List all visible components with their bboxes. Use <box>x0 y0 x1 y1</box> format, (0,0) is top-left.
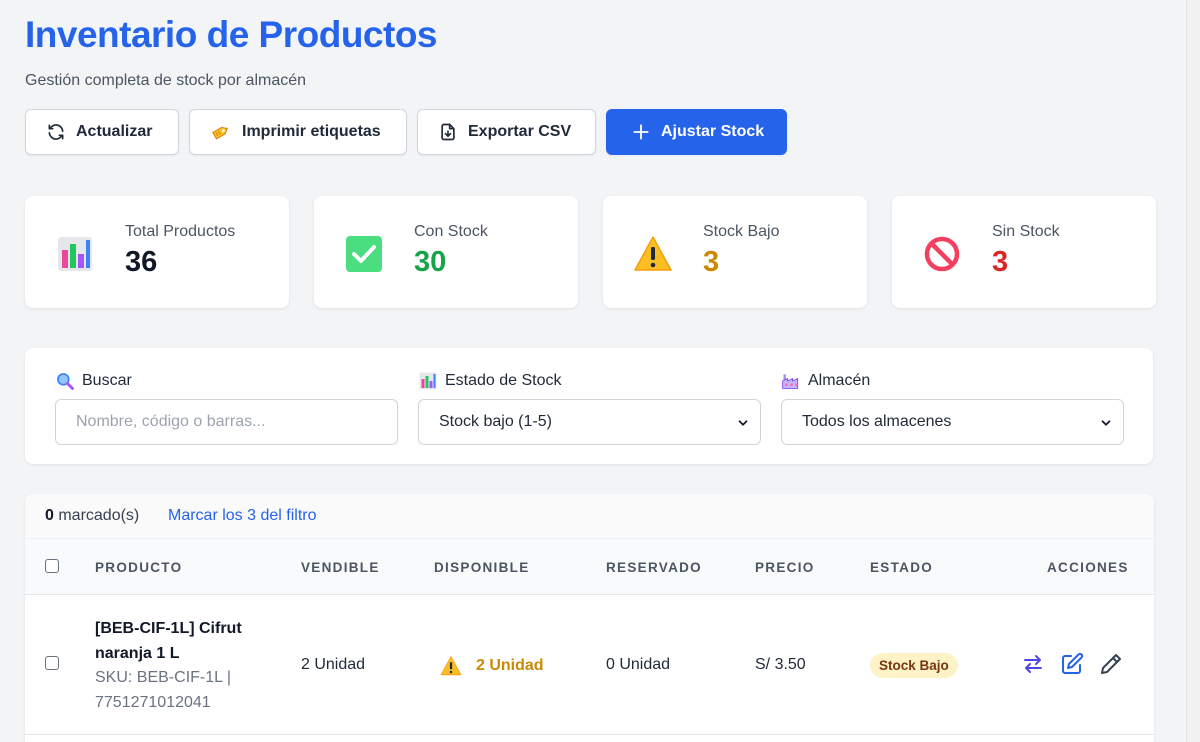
search-input[interactable]: Nombre, código o barras... <box>55 399 398 445</box>
column-header-vendible[interactable]: Vendible <box>301 560 380 575</box>
column-header-precio[interactable]: Precio <box>755 560 815 575</box>
table-header: Producto Vendible Disponible Reservado P… <box>25 539 1154 595</box>
stat-label: Stock Bajo <box>703 223 780 240</box>
status-filter-label: Estado de Stock <box>418 370 761 392</box>
mark-filtered-link[interactable]: Marcar los 3 del filtro <box>168 507 317 525</box>
page-subtitle: Gestión completa de stock por almacén <box>25 72 307 89</box>
file-download-icon <box>441 123 455 141</box>
selection-count: 0 marcado(s) <box>45 507 139 525</box>
page-title: Inventario de Productos <box>25 14 438 55</box>
warehouse-filter: Almacén Todos los almacenes <box>781 370 1124 445</box>
column-header-reservado[interactable]: Reservado <box>606 560 702 575</box>
warning-icon <box>634 236 672 271</box>
products-table: 0 marcado(s) Marcar los 3 del filtro Pro… <box>25 494 1154 742</box>
check-box-icon <box>346 236 382 272</box>
page-scrollbar[interactable] <box>1186 0 1200 742</box>
status-badge: Stock Bajo <box>870 653 958 678</box>
column-header-disponible[interactable]: Disponible <box>434 560 530 575</box>
magnifier-icon <box>57 373 74 390</box>
warehouse-select[interactable]: Todos los almacenes <box>781 399 1124 445</box>
status-filter: Estado de Stock Stock bajo (1-5) <box>418 370 761 445</box>
bar-chart-icon <box>419 372 437 390</box>
pencil-icon[interactable] <box>1099 652 1123 676</box>
adjust-stock-label: Ajustar Stock <box>661 123 765 140</box>
stat-label: Total Productos <box>125 223 236 240</box>
warning-icon <box>440 656 462 676</box>
reserved-qty: 0 Unidad <box>606 656 671 673</box>
stat-card-low-stock: Stock Bajo 3 <box>603 196 867 308</box>
column-header-producto[interactable]: Producto <box>95 560 182 575</box>
chevron-down-icon <box>1101 420 1111 426</box>
selection-count-suffix: marcado(s) <box>53 507 140 524</box>
product-price: S/ 3.50 <box>755 656 806 673</box>
chevron-down-icon <box>738 420 748 426</box>
sellable-qty: 2 Unidad <box>301 656 366 673</box>
stat-value: 36 <box>125 246 158 278</box>
stat-value: 3 <box>992 246 1009 278</box>
factory-icon <box>782 374 799 389</box>
selection-bar: 0 marcado(s) Marcar los 3 del filtro <box>25 494 1154 539</box>
product-name: [BEB-CIF-1L] Cifrut naranja 1 L <box>95 620 242 662</box>
adjust-stock-button[interactable]: Ajustar Stock <box>606 109 787 155</box>
select-all-checkbox[interactable] <box>45 559 59 573</box>
refresh-button[interactable]: Actualizar <box>25 109 179 155</box>
warehouse-filter-label: Almacén <box>781 370 1124 392</box>
stat-value: 3 <box>703 246 720 278</box>
filters-panel: Buscar Nombre, código o barras... Estado… <box>25 348 1153 464</box>
available-qty: 2 Unidad <box>439 655 544 677</box>
tag-icon <box>212 126 228 140</box>
stats-row: Total Productos 36 Con Stock 30 Stock Ba… <box>25 196 1156 308</box>
stat-card-in-stock: Con Stock 30 <box>314 196 578 308</box>
search-label-text: Buscar <box>82 372 132 389</box>
status-select-value: Stock bajo (1-5) <box>439 413 552 430</box>
prohibited-icon <box>924 236 960 272</box>
stat-label: Sin Stock <box>992 223 1060 240</box>
product-sku: SKU: BEB-CIF-1L | 7751271012041 <box>95 669 232 711</box>
bar-chart-icon <box>58 237 92 271</box>
available-qty-text: 2 Unidad <box>476 657 544 674</box>
table-row: [BEB-CIF-1L] Cifrut naranja 1 L SKU: BEB… <box>25 595 1154 735</box>
search-filter-label: Buscar <box>55 370 398 392</box>
status-label-text: Estado de Stock <box>445 372 562 389</box>
print-labels-label: Imprimir etiquetas <box>242 123 381 140</box>
stat-card-no-stock: Sin Stock 3 <box>892 196 1156 308</box>
print-labels-button[interactable]: Imprimir etiquetas <box>189 109 407 155</box>
refresh-label: Actualizar <box>76 123 153 140</box>
column-header-estado[interactable]: Estado <box>870 560 933 575</box>
row-checkbox[interactable] <box>45 656 59 670</box>
inventory-page: Inventario de Productos Gestión completa… <box>0 0 1186 742</box>
stat-card-total: Total Productos 36 <box>25 196 289 308</box>
column-header-acciones: Acciones <box>1047 560 1129 575</box>
edit-icon[interactable] <box>1060 652 1084 676</box>
export-csv-label: Exportar CSV <box>468 123 572 140</box>
stat-label: Con Stock <box>414 223 488 240</box>
export-csv-button[interactable]: Exportar CSV <box>417 109 596 155</box>
warehouse-label-text: Almacén <box>808 372 871 389</box>
transfer-icon[interactable] <box>1021 652 1045 676</box>
search-filter: Buscar Nombre, código o barras... <box>55 370 398 445</box>
plus-icon <box>633 124 649 140</box>
selection-count-number: 0 <box>45 507 54 524</box>
stat-value: 30 <box>414 246 447 278</box>
toolbar: Actualizar Imprimir etiquetas Exportar C… <box>25 109 787 155</box>
status-select[interactable]: Stock bajo (1-5) <box>418 399 761 445</box>
refresh-icon <box>48 124 64 140</box>
warehouse-select-value: Todos los almacenes <box>802 413 952 430</box>
